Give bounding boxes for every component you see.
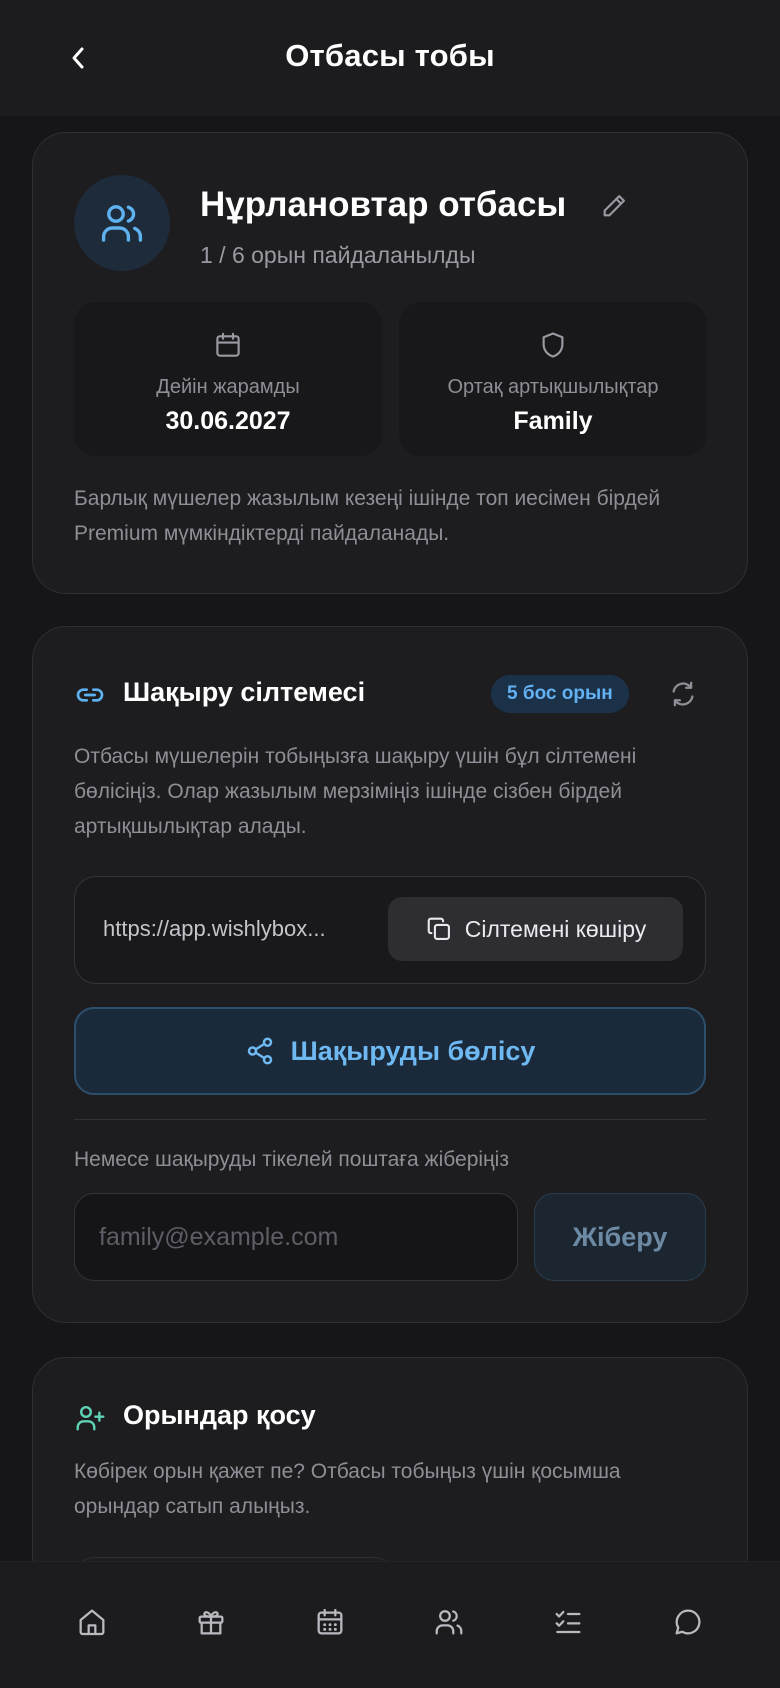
top-bar: Отбасы тобы	[0, 0, 780, 116]
share-invite-label: Шақыруды бөлісу	[290, 1035, 536, 1066]
nav-family[interactable]	[427, 1600, 471, 1644]
seats-used-text: 1 / 6 орын пайдаланылды	[200, 242, 476, 268]
free-seats-badge: 5 бос орын	[491, 675, 629, 713]
invite-link-card: Шақыру сілтемесі 5 бос орын Отбасы мүшел…	[32, 626, 748, 1323]
shared-benefits-value: Family	[513, 407, 593, 435]
refresh-icon	[672, 681, 694, 707]
email-input[interactable]	[74, 1193, 518, 1281]
valid-until-tile: Дейін жарамды 30.06.2027	[74, 302, 382, 456]
shield-icon	[542, 332, 564, 358]
home-icon	[79, 1609, 105, 1636]
send-invite-button[interactable]: Жіберу	[534, 1193, 706, 1281]
gift-icon	[198, 1611, 224, 1635]
valid-until-value: 30.06.2027	[165, 407, 291, 435]
page-title: Отбасы тобы	[285, 38, 495, 73]
nav-chat[interactable]	[666, 1600, 710, 1644]
shared-benefits-tile: Ортақ артықшылықтар Family	[399, 302, 707, 456]
calendar-icon	[317, 1608, 343, 1635]
divider	[74, 1119, 706, 1120]
add-seats-title: Орындар қосу	[123, 1400, 316, 1430]
people-icon	[435, 1610, 463, 1635]
group-note: Барлық мүшелер жазылым кезеңі ішінде топ…	[74, 487, 661, 545]
checklist-icon	[555, 1610, 581, 1634]
share-icon	[247, 1037, 272, 1065]
nav-calendar[interactable]	[308, 1600, 352, 1644]
edit-group-name-button[interactable]	[596, 188, 632, 224]
invite-link-text[interactable]: https://app.wishlybox...	[103, 916, 363, 942]
shared-benefits-label: Ортақ артықшылықтар	[447, 376, 659, 398]
email-invite-hint: Немесе шақыруды тікелей поштаға жіберіңі…	[74, 1148, 509, 1171]
bottom-navigation	[0, 1561, 780, 1688]
group-info-card: Нұрлановтар отбасы 1 / 6 орын пайдаланыл…	[32, 132, 748, 594]
calendar-icon	[216, 332, 240, 357]
group-name: Нұрлановтар отбасы	[200, 185, 567, 224]
valid-until-label: Дейін жарамды	[156, 376, 300, 398]
nav-home[interactable]	[70, 1600, 114, 1644]
users-icon	[101, 205, 143, 242]
copy-icon	[427, 917, 450, 940]
group-avatar	[74, 175, 170, 271]
invite-title: Шақыру сілтемесі	[123, 677, 366, 707]
copy-link-label: Сілтемені көшіру	[464, 915, 647, 942]
family-group-screen: Отбасы тобы Нұрлановтар отбасы 1 / 6 оры…	[0, 0, 780, 1688]
regenerate-link-button[interactable]	[664, 675, 702, 713]
invite-description: Отбасы мүшелерін тобыңызға шақыру үшін б…	[74, 745, 637, 838]
nav-gifts[interactable]	[189, 1600, 233, 1644]
user-plus-icon	[76, 1406, 105, 1431]
invite-link-box: https://app.wishlybox... Сілтемені көшір…	[74, 876, 706, 984]
pencil-icon	[603, 195, 625, 217]
add-seats-description: Көбірек орын қажет пе? Отбасы тобыңыз үш…	[74, 1460, 621, 1518]
nav-tasks[interactable]	[546, 1600, 590, 1644]
share-invite-button[interactable]: Шақыруды бөлісу	[74, 1007, 706, 1095]
chat-icon	[675, 1609, 701, 1635]
copy-link-button[interactable]: Сілтемені көшіру	[388, 897, 683, 961]
link-icon	[76, 688, 104, 702]
